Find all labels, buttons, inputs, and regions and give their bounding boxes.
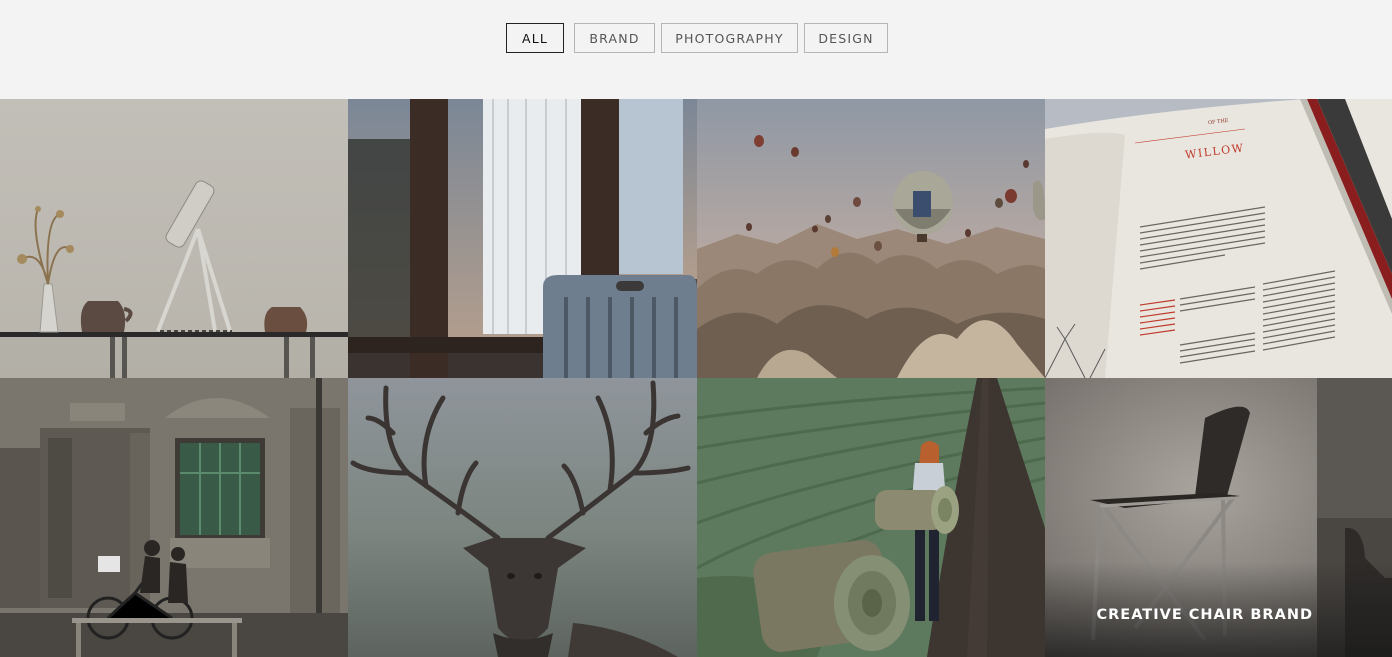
portfolio-grid: OF THE WILLOW CREATIVE CHAIR BRAND [0, 99, 1392, 657]
filter-photography-button[interactable]: PHOTOGRAPHY [661, 23, 798, 53]
old-building-cyclist-image [0, 378, 348, 657]
grass-roll-field-image [697, 378, 1045, 657]
filter-design-button[interactable]: DESIGN [804, 23, 888, 53]
deer-fog-image [348, 378, 697, 657]
window-chair-image [348, 99, 697, 378]
portfolio-item-hot-air-balloons[interactable] [697, 99, 1045, 378]
open-book-image [1045, 99, 1392, 378]
portfolio-item-willow-book[interactable]: OF THE WILLOW [1045, 99, 1392, 378]
hot-air-balloons-image [697, 99, 1045, 378]
portfolio-item-caption: CREATIVE CHAIR BRAND [1096, 607, 1313, 623]
portfolio-filter-bar: ALL BRAND PHOTOGRAPHY DESIGN [506, 23, 888, 53]
portfolio-item-window-chair[interactable] [348, 99, 697, 378]
portfolio-item-creative-chair[interactable]: CREATIVE CHAIR BRAND [1045, 378, 1392, 657]
filter-brand-button[interactable]: BRAND [574, 23, 655, 53]
portfolio-item-deer-fog[interactable] [348, 378, 697, 657]
portfolio-item-telescope-still-life[interactable] [0, 99, 348, 378]
portfolio-item-old-building-cyclist[interactable] [0, 378, 348, 657]
telescope-still-life-image [0, 99, 348, 378]
portfolio-item-grass-roll-field[interactable] [697, 378, 1045, 657]
filter-all-button[interactable]: ALL [506, 23, 564, 53]
